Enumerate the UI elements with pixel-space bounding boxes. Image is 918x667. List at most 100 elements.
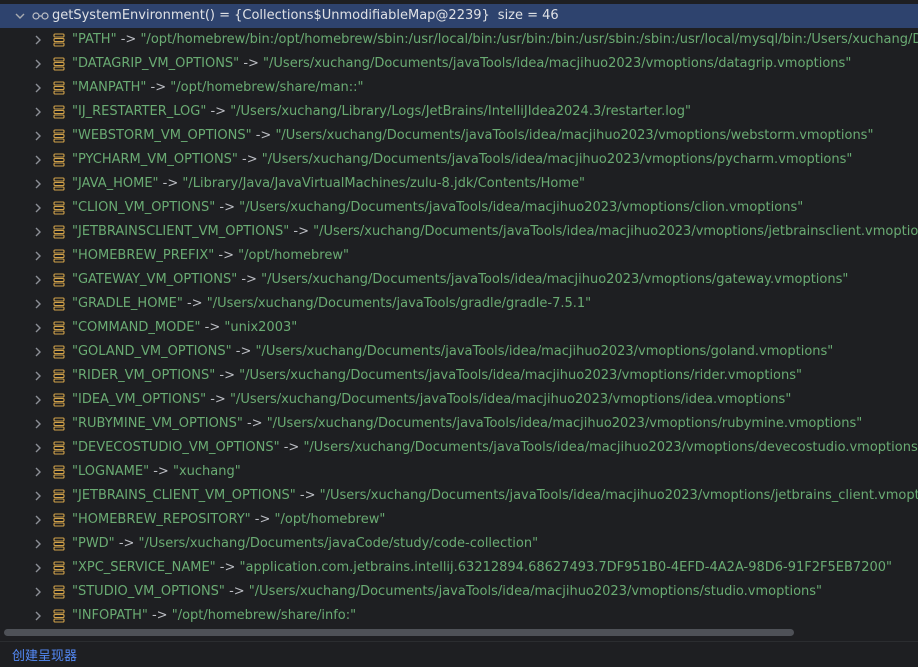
chevron-right-icon[interactable] — [32, 340, 44, 364]
entry-value: "/Users/xuchang/Documents/javaCode/study… — [138, 536, 539, 551]
chevron-right-icon[interactable] — [32, 316, 44, 340]
chevron-right-icon[interactable] — [32, 436, 44, 460]
map-entry-icon — [53, 172, 67, 196]
map-entry-icon — [53, 556, 67, 580]
entry-arrow: -> — [153, 464, 169, 479]
tree-entry-row[interactable]: "HOMEBREW_PREFIX" -> "/opt/homebrew" — [0, 244, 918, 268]
chevron-right-icon[interactable] — [32, 580, 44, 604]
chevron-right-icon[interactable] — [32, 364, 44, 388]
chevron-right-icon[interactable] — [32, 52, 44, 76]
entry-arrow: -> — [219, 368, 235, 383]
entry-key: "STUDIO_VM_OPTIONS" — [72, 584, 225, 599]
chevron-right-icon[interactable] — [32, 532, 44, 556]
entry-value: "/Users/xuchang/Documents/javaTools/idea… — [266, 416, 863, 431]
chevron-right-icon[interactable] — [32, 76, 44, 100]
entry-key: "JAVA_HOME" — [72, 176, 159, 191]
chevron-right-icon[interactable] — [32, 604, 44, 624]
chevron-right-icon[interactable] — [32, 508, 44, 532]
tree-entry-row[interactable]: "XPC_SERVICE_NAME" -> "application.com.j… — [0, 556, 918, 580]
tree-entry-row[interactable]: "RIDER_VM_OPTIONS" -> "/Users/xuchang/Do… — [0, 364, 918, 388]
tree-entry-row[interactable]: "JETBRAINS_CLIENT_VM_OPTIONS" -> "/Users… — [0, 484, 918, 508]
tree-entry-row[interactable]: "RUBYMINE_VM_OPTIONS" -> "/Users/xuchang… — [0, 412, 918, 436]
entry-arrow: -> — [235, 344, 252, 359]
entry-key: "IDEA_VM_OPTIONS" — [72, 392, 207, 407]
tree-entry-row[interactable]: "JAVA_HOME" -> "/Library/Java/JavaVirtua… — [0, 172, 918, 196]
entry-key: "HOMEBREW_REPOSITORY" — [72, 512, 251, 527]
entry-key: "IJ_RESTARTER_LOG" — [72, 104, 207, 119]
chevron-right-icon[interactable] — [32, 100, 44, 124]
tree-entry-row[interactable]: "GRADLE_HOME" -> "/Users/xuchang/Documen… — [0, 292, 918, 316]
create-renderer-link[interactable]: 创建呈现器 — [12, 645, 77, 664]
map-entry-icon — [53, 340, 67, 364]
entry-value: "/opt/homebrew/share/info:" — [171, 608, 357, 623]
entry-arrow: -> — [204, 320, 221, 335]
entry-arrow: -> — [162, 176, 179, 191]
tree-entry-row[interactable]: "PYCHARM_VM_OPTIONS" -> "/Users/xuchang/… — [0, 148, 918, 172]
chevron-right-icon[interactable] — [32, 148, 44, 172]
horizontal-scrollbar[interactable] — [4, 629, 794, 636]
chevron-right-icon[interactable] — [32, 556, 44, 580]
chevron-right-icon[interactable] — [32, 172, 44, 196]
chevron-right-icon[interactable] — [32, 388, 44, 412]
entry-value: "/Users/xuchang/Documents/javaTools/idea… — [319, 488, 918, 503]
map-entry-icon — [53, 604, 67, 624]
chevron-right-icon[interactable] — [32, 124, 44, 148]
tree-entry-row[interactable]: "GOLAND_VM_OPTIONS" -> "/Users/xuchang/D… — [0, 340, 918, 364]
tree-entry-row[interactable]: "MANPATH" -> "/opt/homebrew/share/man::" — [0, 76, 918, 100]
map-entry-icon — [53, 580, 67, 604]
entry-value: "/Users/xuchang/Documents/javaTools/idea… — [255, 344, 834, 359]
entry-arrow: -> — [246, 416, 263, 431]
chevron-right-icon[interactable] — [32, 484, 44, 508]
tree-entry-row[interactable]: "CLION_VM_OPTIONS" -> "/Users/xuchang/Do… — [0, 196, 918, 220]
map-entry-icon — [53, 148, 67, 172]
map-entry-icon — [53, 532, 67, 556]
map-entry-icon — [53, 436, 67, 460]
tree-entry-row[interactable]: "COMMAND_MODE" -> "unix2003" — [0, 316, 918, 340]
entry-arrow: -> — [210, 392, 226, 407]
chevron-right-icon[interactable] — [32, 220, 44, 244]
entry-value: "/Users/xuchang/Documents/javaTools/idea… — [248, 584, 823, 599]
tree-entry-row[interactable]: "DATAGRIP_VM_OPTIONS" -> "/Users/xuchang… — [0, 52, 918, 76]
chevron-right-icon[interactable] — [32, 268, 44, 292]
entry-value: "/Users/xuchang/Documents/javaTools/idea… — [239, 368, 802, 383]
map-entry-icon — [53, 28, 67, 52]
tree-entry-row[interactable]: "INFOPATH" -> "/opt/homebrew/share/info:… — [0, 604, 918, 624]
map-entry-icon — [53, 484, 67, 508]
tree-entry-row[interactable]: "IJ_RESTARTER_LOG" -> "/Users/xuchang/Li… — [0, 100, 918, 124]
entry-key: "JETBRAINSCLIENT_VM_OPTIONS" — [72, 224, 290, 239]
chevron-right-icon[interactable] — [32, 412, 44, 436]
chevron-right-icon[interactable] — [32, 28, 44, 52]
tree-entry-row[interactable]: "PWD" -> "/Users/xuchang/Documents/javaC… — [0, 532, 918, 556]
entry-key: "DATAGRIP_VM_OPTIONS" — [72, 56, 240, 71]
chevron-right-icon[interactable] — [32, 244, 44, 268]
entry-list: "PATH" -> "/opt/homebrew/bin:/opt/homebr… — [0, 28, 918, 624]
map-entry-icon — [53, 412, 67, 436]
tree-entry-row[interactable]: "PATH" -> "/opt/homebrew/bin:/opt/homebr… — [0, 28, 918, 52]
tree-entry-row[interactable]: "GATEWAY_VM_OPTIONS" -> "/Users/xuchang/… — [0, 268, 918, 292]
entry-value: "unix2003" — [224, 320, 298, 335]
entry-arrow: -> — [242, 152, 258, 167]
chevron-right-icon[interactable] — [32, 460, 44, 484]
entry-value: "/Users/xuchang/Documents/javaTools/idea… — [229, 392, 792, 407]
map-entry-icon — [53, 244, 67, 268]
tree-entry-row[interactable]: "HOMEBREW_REPOSITORY" -> "/opt/homebrew" — [0, 508, 918, 532]
map-entry-icon — [53, 124, 67, 148]
map-entry-icon — [53, 52, 67, 76]
footer-divider — [0, 641, 918, 642]
tree-entry-row[interactable]: "DEVECOSTUDIO_VM_OPTIONS" -> "/Users/xuc… — [0, 436, 918, 460]
entry-key: "GOLAND_VM_OPTIONS" — [72, 344, 232, 359]
tree-entry-row[interactable]: "WEBSTORM_VM_OPTIONS" -> "/Users/xuchang… — [0, 124, 918, 148]
tree-entry-row[interactable]: "STUDIO_VM_OPTIONS" -> "/Users/xuchang/D… — [0, 580, 918, 604]
chevron-right-icon[interactable] — [32, 292, 44, 316]
entry-value: "/Users/xuchang/Documents/javaTools/idea… — [261, 272, 849, 287]
chevron-down-icon[interactable] — [14, 4, 26, 28]
chevron-right-icon[interactable] — [32, 196, 44, 220]
entry-arrow: -> — [186, 296, 203, 311]
map-entry-icon — [53, 100, 67, 124]
entry-arrow: -> — [218, 248, 234, 263]
tree-root-row[interactable]: getSystemEnvironment() = {Collections$Un… — [0, 4, 918, 28]
tree-entry-row[interactable]: "JETBRAINSCLIENT_VM_OPTIONS" -> "/Users/… — [0, 220, 918, 244]
tree-entry-row[interactable]: "IDEA_VM_OPTIONS" -> "/Users/xuchang/Doc… — [0, 388, 918, 412]
map-entry-icon — [53, 268, 67, 292]
tree-entry-row[interactable]: "LOGNAME" -> "xuchang" — [0, 460, 918, 484]
